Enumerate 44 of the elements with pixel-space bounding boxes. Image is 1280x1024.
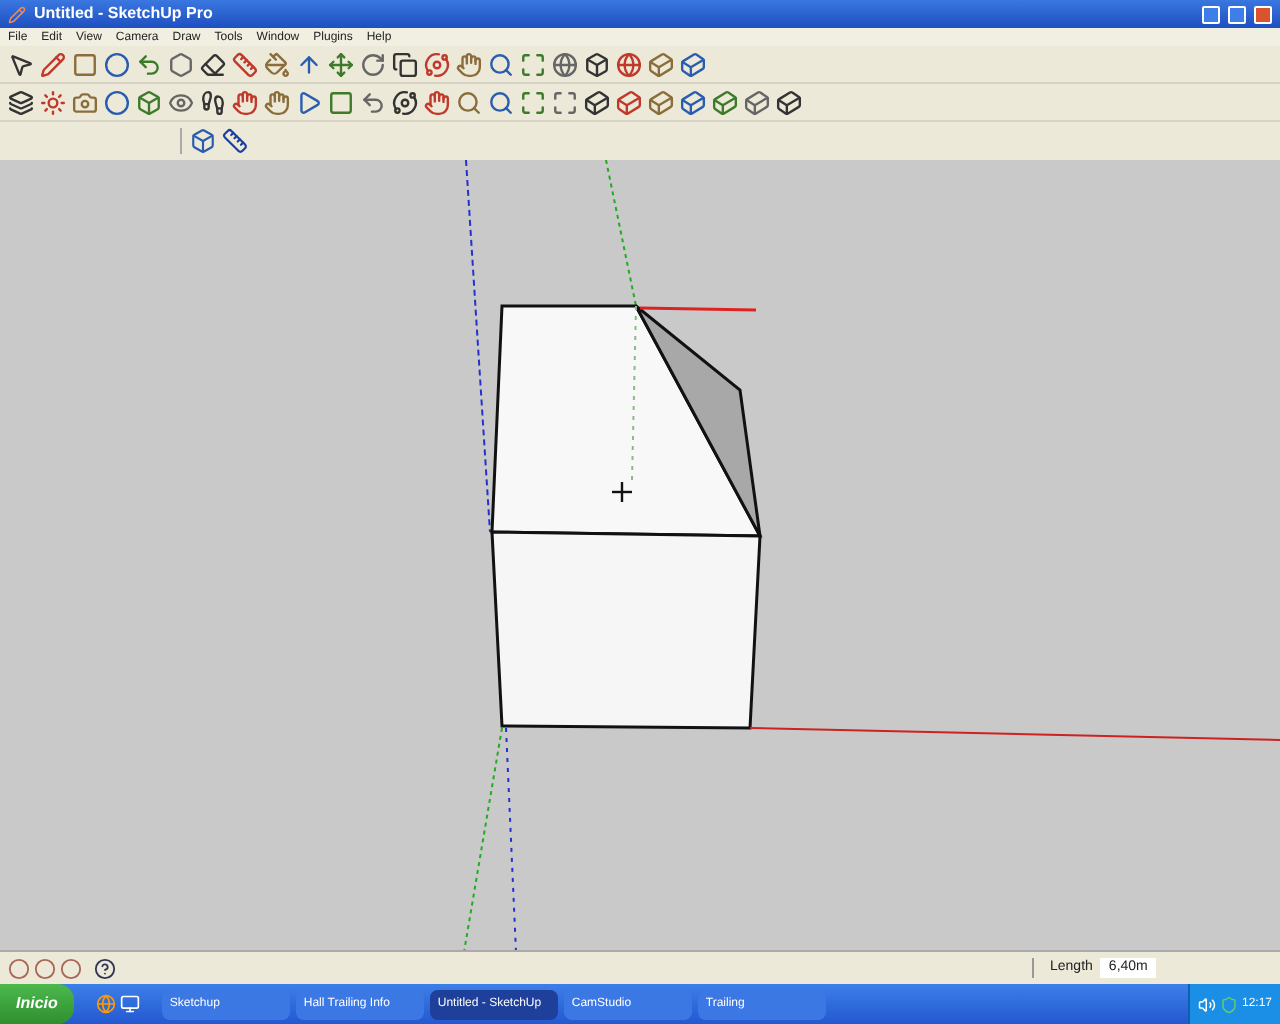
box-icon[interactable]	[744, 89, 770, 115]
circle-icon[interactable]	[8, 957, 30, 979]
eye-icon[interactable]	[168, 89, 194, 115]
camera-icon[interactable]	[72, 89, 98, 115]
orbit-icon[interactable]	[392, 89, 418, 115]
select-icon[interactable]	[8, 51, 34, 77]
window-title: Untitled - SketchUp Pro	[34, 6, 213, 22]
desktop-icon[interactable]	[119, 994, 140, 1014]
minimize-button[interactable]	[1202, 5, 1220, 23]
box-icon[interactable]	[680, 89, 706, 115]
app-icon	[8, 5, 26, 23]
speaker-icon[interactable]	[1197, 995, 1216, 1013]
pencil-icon[interactable]	[40, 51, 66, 77]
walk-icon[interactable]	[200, 89, 226, 115]
box-icon[interactable]	[680, 51, 706, 77]
rectangle-icon[interactable]	[72, 51, 98, 77]
globe-icon[interactable]	[552, 51, 578, 77]
rotate-icon[interactable]	[360, 51, 386, 77]
browser-icon[interactable]	[95, 994, 116, 1014]
move-cursor-icon	[612, 482, 632, 502]
back-icon[interactable]	[360, 89, 386, 115]
circle-icon[interactable]	[60, 957, 82, 979]
layers-icon[interactable]	[8, 89, 34, 115]
zoom-window-icon[interactable]	[488, 89, 514, 115]
pan-icon[interactable]	[424, 89, 450, 115]
width-axis	[639, 306, 757, 312]
box-icon[interactable]	[776, 89, 802, 115]
close-button[interactable]	[1254, 5, 1272, 23]
maximize-button[interactable]	[1228, 5, 1246, 23]
pan-icon[interactable]	[456, 51, 482, 77]
circle-icon[interactable]	[104, 51, 130, 77]
play-icon[interactable]	[296, 89, 322, 115]
zoom-icon[interactable]	[456, 89, 482, 115]
polygon-icon[interactable]	[168, 51, 194, 77]
pan-icon[interactable]	[264, 89, 290, 115]
paint-bucket-icon[interactable]	[264, 51, 290, 77]
eraser-icon[interactable]	[200, 51, 226, 77]
circle-icon[interactable]	[34, 957, 56, 979]
move-icon[interactable]	[328, 51, 354, 77]
pan-icon[interactable]	[232, 89, 258, 115]
orbit-icon[interactable]	[424, 51, 450, 77]
globe-icon[interactable]	[616, 51, 642, 77]
help-icon[interactable]	[94, 957, 116, 979]
zoom-icon[interactable]	[488, 51, 514, 77]
